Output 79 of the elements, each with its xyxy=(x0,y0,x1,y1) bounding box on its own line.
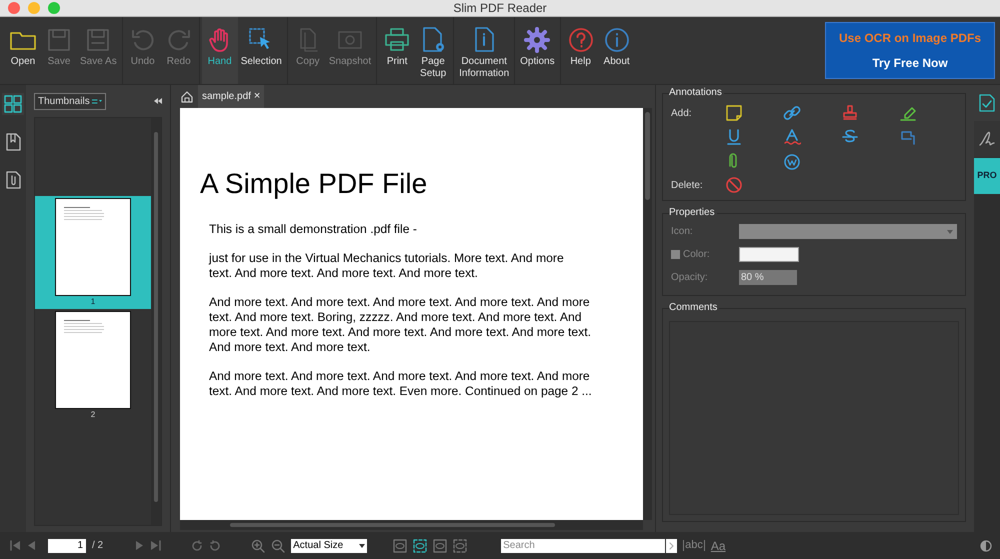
panel-view-dropdown[interactable]: Thumbnails xyxy=(34,92,106,110)
rotate-counterclockwise-icon[interactable] xyxy=(209,540,222,552)
hand-button[interactable]: Hand xyxy=(202,17,238,84)
next-page-icon[interactable] xyxy=(135,540,144,551)
window-title: Slim PDF Reader xyxy=(452,0,548,17)
section-title: Properties xyxy=(669,207,717,219)
page-thumbnail[interactable]: 1 xyxy=(35,196,151,309)
scrollbar-thumb[interactable] xyxy=(645,112,650,200)
delete-annotation-icon[interactable] xyxy=(725,176,743,194)
options-button[interactable]: Options xyxy=(517,17,558,84)
about-button[interactable]: About xyxy=(598,17,635,84)
document-heading: A Simple PDF File xyxy=(200,167,428,201)
list-caret-icon xyxy=(92,98,102,104)
pagesetup-button[interactable]: Page Setup xyxy=(415,17,452,84)
page-number-field[interactable]: 1 xyxy=(48,538,86,552)
selection-button[interactable]: Selection xyxy=(238,17,285,84)
help-button[interactable]: Help xyxy=(562,17,599,84)
previous-page-icon[interactable] xyxy=(27,540,36,551)
body-paragraph: This is a small demonstration .pdf file - xyxy=(208,222,418,237)
eye-page-icon xyxy=(433,538,448,552)
promo-banner[interactable]: Use OCR on Image PDFs Try Free Now xyxy=(825,22,995,79)
opacity-label: Opacity: xyxy=(671,271,709,285)
page-count: / 2 xyxy=(92,539,104,553)
home-icon[interactable] xyxy=(181,90,193,102)
body-paragraph: And more text. And more text. And more text. And more text. And more text. And more text. Boring, zzzzz. And more text. And more text. And more text. And more text. And more text. And more text. And more text. And more text. And more text. xyxy=(208,295,592,354)
caret-icon xyxy=(359,544,366,548)
zoom-in-icon[interactable] xyxy=(251,538,266,552)
delete-label: Delete: xyxy=(671,178,704,192)
review-tab[interactable] xyxy=(974,85,1000,121)
close-window-button[interactable] xyxy=(8,2,20,14)
document-check-icon xyxy=(978,94,996,112)
paperclip-page-icon xyxy=(4,171,22,189)
zoom-dropdown[interactable]: Actual Size xyxy=(291,538,368,552)
eye-page-icon xyxy=(393,538,408,552)
collapse-panel-icon[interactable] xyxy=(154,98,162,104)
open-button[interactable]: Open xyxy=(5,17,41,84)
view-mode-button[interactable] xyxy=(453,538,468,552)
color-swatch[interactable] xyxy=(739,247,799,262)
docinfo-button[interactable]: Document Information xyxy=(456,17,512,84)
eye-page-icon xyxy=(413,538,428,552)
stamp-icon[interactable] xyxy=(841,104,859,122)
color-checkbox[interactable] xyxy=(671,250,680,259)
sign-tab[interactable] xyxy=(974,121,1000,157)
chain-link-icon[interactable] xyxy=(783,104,801,122)
scrollbar-thumb[interactable] xyxy=(154,132,158,502)
pro-tab[interactable]: PRO xyxy=(974,158,1000,194)
add-label: Add: xyxy=(671,106,693,120)
body-paragraph: And more text. And more text. And more text. And more text. And more text. And more text. And more text. Even more. Continued on page 2 ... xyxy=(208,368,593,398)
sticky-note-icon[interactable] xyxy=(725,104,743,122)
bookmark-page-icon xyxy=(4,133,22,151)
view-mode-button[interactable] xyxy=(413,538,428,552)
watermark-icon[interactable] xyxy=(783,152,801,170)
body-paragraph: just for use in the Virtual Mechanics tutorials. More text. And more text. And more text. And more text. And more text. xyxy=(208,251,565,281)
close-tab-button[interactable]: × xyxy=(254,88,260,105)
print-button[interactable]: Print xyxy=(379,17,416,84)
thumbnails-tab[interactable] xyxy=(2,93,24,115)
icon-label: Icon: xyxy=(671,225,694,239)
search-go-icon[interactable] xyxy=(669,542,674,550)
view-mode-button[interactable] xyxy=(433,538,448,552)
view-mode-button[interactable] xyxy=(393,538,408,552)
color-label: Color: xyxy=(683,248,710,262)
zoom-out-icon[interactable] xyxy=(271,538,286,552)
contrast-icon[interactable] xyxy=(980,540,992,552)
first-page-icon[interactable] xyxy=(10,540,21,551)
caret-icon xyxy=(947,230,953,234)
search-field[interactable]: Search xyxy=(501,538,666,552)
zoom-window-button[interactable] xyxy=(48,2,60,14)
thumbnails-icon xyxy=(4,95,22,113)
whole-word-toggle[interactable]: abc xyxy=(683,540,705,551)
scrollbar-thumb[interactable] xyxy=(230,523,555,527)
underline-icon[interactable] xyxy=(725,128,743,146)
document-tab[interactable]: sample.pdf × xyxy=(198,85,264,108)
match-case-toggle[interactable]: Aa xyxy=(710,536,726,554)
squiggly-text-icon[interactable] xyxy=(783,128,801,146)
rotate-clockwise-icon[interactable] xyxy=(191,540,204,552)
signature-icon xyxy=(978,130,996,148)
last-page-icon[interactable] xyxy=(150,540,162,551)
eye-page-icon xyxy=(453,538,468,552)
gear-icon xyxy=(522,25,552,55)
